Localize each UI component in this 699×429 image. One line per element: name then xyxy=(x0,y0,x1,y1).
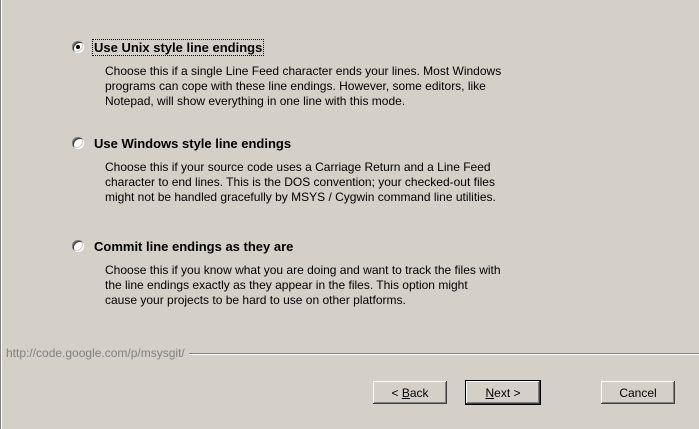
option-unix: Use Unix style line endings Choose this … xyxy=(72,38,632,109)
description-line: Choose this if a single Line Feed charac… xyxy=(105,64,502,78)
description-as-is: Choose this if you know what you are doi… xyxy=(105,263,635,308)
back-button-rest: ack xyxy=(409,385,429,400)
radio-windows[interactable]: Use Windows style line endings xyxy=(72,134,632,152)
cancel-button[interactable]: Cancel xyxy=(601,381,675,404)
footer-separator: http://code.google.com/p/msysgit/ xyxy=(6,346,699,360)
next-button[interactable]: Next > xyxy=(466,381,540,404)
description-line: Notepad, will show everything in one lin… xyxy=(105,94,406,108)
window-edge-highlight xyxy=(1,0,2,429)
radio-selected-dot xyxy=(76,45,80,49)
next-button-rest: ext > xyxy=(494,385,521,400)
back-button-accel: B xyxy=(401,385,410,400)
next-button-accel: N xyxy=(485,385,495,400)
radio-unix[interactable]: Use Unix style line endings xyxy=(72,38,632,56)
description-line: cause your projects to be hard to use on… xyxy=(105,293,406,307)
option-windows: Use Windows style line endings Choose th… xyxy=(72,134,632,205)
back-button[interactable]: < Back xyxy=(373,381,447,404)
option-as-is: Commit line endings as they are Choose t… xyxy=(72,237,632,308)
description-line: might not be handled gracefully by MSYS … xyxy=(105,190,496,204)
radio-button-as-is[interactable] xyxy=(72,240,84,252)
installer-page: Use Unix style line endings Choose this … xyxy=(0,0,699,429)
description-line: Choose this if your source code uses a C… xyxy=(105,160,491,174)
radio-label-as-is[interactable]: Commit line endings as they are xyxy=(93,239,294,254)
back-button-prefix: < xyxy=(391,385,402,400)
description-line: the line endings exactly as they appear … xyxy=(105,278,468,292)
description-line: character to end lines. This is the DOS … xyxy=(105,175,495,189)
radio-as-is[interactable]: Commit line endings as they are xyxy=(72,237,632,255)
description-line: Choose this if you know what you are doi… xyxy=(105,263,501,277)
radio-label-unix[interactable]: Use Unix style line endings xyxy=(91,38,265,56)
description-unix: Choose this if a single Line Feed charac… xyxy=(105,64,635,109)
description-line: programs can cope with these line ending… xyxy=(105,79,486,93)
radio-label-windows[interactable]: Use Windows style line endings xyxy=(93,136,292,151)
project-url: http://code.google.com/p/msysgit/ xyxy=(6,346,189,360)
radio-button-windows[interactable] xyxy=(72,137,84,149)
radio-button-unix[interactable] xyxy=(72,41,84,53)
description-windows: Choose this if your source code uses a C… xyxy=(105,160,635,205)
